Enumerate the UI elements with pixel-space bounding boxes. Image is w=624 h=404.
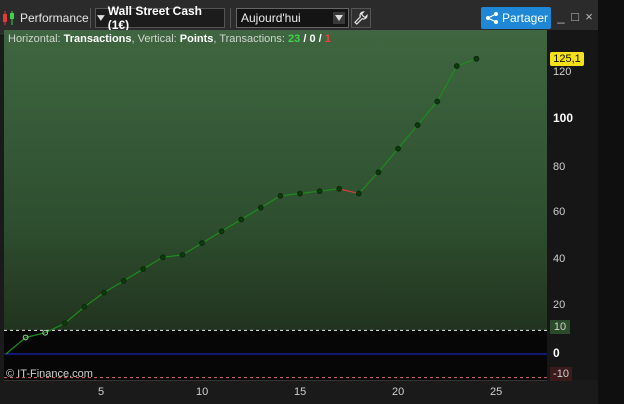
instrument-label: Wall Street Cash (1€)	[107, 4, 203, 32]
minimize-icon[interactable]: _	[555, 10, 567, 24]
series-segment	[44, 322, 66, 334]
background-window-edge	[598, 0, 624, 404]
winning-count: 23	[288, 33, 301, 45]
toolbar-separator	[230, 8, 231, 28]
x-tick-label: 20	[392, 386, 405, 398]
y-tick-label: 40	[553, 253, 566, 265]
data-point	[257, 204, 264, 211]
y-tick-label: 20	[553, 299, 566, 311]
data-point	[297, 190, 303, 197]
data-point	[218, 228, 225, 235]
series-segment	[417, 101, 438, 126]
y-tick-label: 0	[553, 346, 560, 360]
series-segment	[339, 188, 359, 195]
share-button[interactable]: Partager	[481, 7, 551, 29]
data-point	[395, 145, 401, 152]
chevron-down-icon	[333, 12, 345, 24]
data-point	[120, 277, 127, 284]
performance-chart	[4, 55, 547, 379]
series-segment	[64, 306, 85, 324]
threshold-upper-badge: 10	[550, 320, 570, 334]
losing-count: 1	[324, 33, 331, 45]
x-tick-label: 15	[294, 386, 307, 398]
series-segment	[25, 332, 46, 339]
transactions-prefix: , Transactions:	[213, 33, 289, 45]
series-segment	[123, 268, 144, 282]
period-label: Aujourd'hui	[241, 11, 301, 25]
data-point	[238, 216, 245, 223]
close-icon[interactable]: ×	[583, 10, 595, 24]
data-point	[473, 55, 480, 62]
horizontal-value: Transactions	[63, 33, 132, 45]
performance-label: Performance	[20, 11, 89, 25]
period-dropdown[interactable]: Aujourd'hui	[236, 8, 349, 28]
data-point	[81, 303, 88, 310]
data-point	[414, 122, 421, 128]
threshold-lower-badge: -10	[550, 367, 572, 381]
y-tick-label: 60	[553, 206, 566, 218]
data-point	[140, 266, 147, 272]
series-segment	[299, 190, 320, 195]
share-icon	[486, 12, 498, 24]
series-segment	[162, 254, 183, 258]
settings-button[interactable]	[351, 8, 371, 28]
separator: /	[315, 33, 325, 45]
performance-menu[interactable]: Performance	[2, 9, 89, 27]
dropdown-arrow-icon	[96, 15, 105, 21]
data-point	[434, 98, 441, 105]
y-axis: 125,1 120 100 80 60 40 20 10 0 -10	[547, 30, 598, 381]
series-segment	[358, 171, 379, 194]
x-tick-label: 10	[196, 386, 209, 398]
vertical-prefix: , Vertical:	[131, 33, 180, 45]
series-segment	[221, 218, 242, 232]
wrench-icon	[354, 11, 368, 25]
maximize-icon[interactable]: □	[569, 10, 581, 24]
data-point	[101, 289, 107, 296]
series-segment	[260, 195, 281, 209]
series-segment	[84, 292, 105, 308]
data-point	[336, 185, 343, 192]
series-segment	[436, 65, 458, 102]
series-segment	[201, 230, 222, 244]
series-segment	[377, 148, 399, 173]
copyright-text: © IT-Finance.com	[6, 368, 93, 380]
data-point	[61, 320, 68, 327]
data-point	[159, 254, 166, 261]
series-segment	[182, 242, 203, 256]
y-tick-label: 100	[553, 111, 574, 125]
series-segment	[456, 58, 477, 67]
series-segment	[240, 207, 262, 220]
data-point	[316, 188, 323, 195]
share-label: Partager	[502, 11, 549, 25]
chart-info-line: Horizontal: Transactions, Vertical: Poin…	[8, 33, 331, 45]
x-tick-label: 5	[98, 386, 105, 398]
series-segment	[5, 337, 26, 355]
candlestick-icon	[3, 11, 14, 25]
y-tick-label: 120	[553, 66, 572, 78]
data-point	[453, 63, 460, 69]
horizontal-prefix: Horizontal:	[8, 33, 64, 45]
series-segment	[397, 124, 419, 150]
instrument-selector[interactable]: Wall Street Cash (1€)	[95, 4, 225, 32]
x-tick-label: 25	[490, 386, 503, 398]
data-point	[375, 169, 382, 176]
series-segment	[280, 192, 301, 197]
series-segment	[142, 256, 164, 270]
toolbar-separator	[90, 8, 91, 28]
data-point	[277, 192, 284, 199]
vertical-value: Points	[179, 33, 214, 45]
data-point	[199, 240, 205, 246]
current-value-badge: 125,1	[550, 52, 584, 66]
data-point	[355, 190, 362, 197]
y-tick-label: 80	[553, 161, 566, 173]
series-segment	[319, 188, 340, 192]
x-axis: 5 10 15 20 25	[4, 380, 547, 404]
series-segment	[103, 280, 124, 294]
data-point	[179, 251, 186, 258]
chart-plot-area[interactable]: Horizontal: Transactions, Vertical: Poin…	[4, 30, 547, 380]
